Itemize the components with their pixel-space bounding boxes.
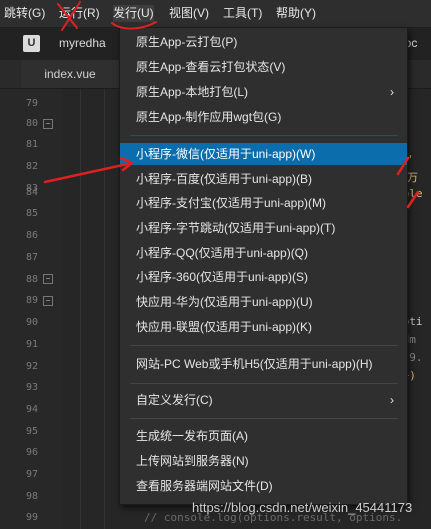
tab-index-vue[interactable]: index.vue [21,60,119,88]
menu-item-label: 原生App-云打包(P) [136,35,238,49]
project-name[interactable]: myredha [59,36,106,50]
menu-item-custom-release[interactable]: 自定义发行(C) › [120,389,407,411]
menu-item-label: 小程序-字节跳动(仅适用于uni-app)(T) [136,221,336,235]
line-number: 84 [25,187,38,198]
line-number: 86 [25,230,38,241]
menu-view[interactable]: 视图(V) [169,5,209,22]
release-dropdown-menu: 原生App-云打包(P) 原生App-查看云打包状态(V) 原生App-本地打包… [119,27,408,505]
menu-item-mp-toutiao[interactable]: 小程序-字节跳动(仅适用于uni-app)(T) [120,217,407,239]
menu-item-mp-qq[interactable]: 小程序-QQ(仅适用于uni-app)(Q) [120,242,407,264]
line-number: 98 [25,491,38,502]
menu-item-label: 上传网站到服务器(N) [136,454,249,468]
line-number: 90 [25,317,38,328]
menu-item-label: 自定义发行(C) [136,393,213,407]
line-number: 91 [25,339,38,350]
menu-item-quickapp-huawei[interactable]: 快应用-华为(仅适用于uni-app)(U) [120,291,407,313]
line-number: 94 [25,404,38,415]
indent-guide [80,89,81,529]
menu-item-mp-baidu[interactable]: 小程序-百度(仅适用于uni-app)(B) [120,168,407,190]
menu-item-app-local-pack[interactable]: 原生App-本地打包(L) › [120,81,407,103]
menu-tools[interactable]: 工具(T) [223,5,262,22]
menu-item-quickapp-union[interactable]: 快应用-联盟(仅适用于uni-app)(K) [120,316,407,338]
line-number: 89 [25,295,38,306]
menu-separator [130,383,398,384]
indent-guide [104,89,105,529]
line-number: 93 [25,382,38,393]
menu-item-mp-360[interactable]: 小程序-360(仅适用于uni-app)(S) [120,266,407,288]
menu-separator [130,345,398,346]
menu-separator [130,418,398,419]
line-number: 97 [25,469,38,480]
menu-item-mp-weixin[interactable]: 小程序-微信(仅适用于uni-app)(W) [120,143,407,165]
fold-toggle-icon[interactable]: − [43,119,53,129]
menu-item-label: 快应用-联盟(仅适用于uni-app)(K) [136,320,313,334]
menu-item-label: 生成统一发布页面(A) [136,429,248,443]
menu-item-label: 网站-PC Web或手机H5(仅适用于uni-app)(H) [136,357,373,371]
menu-item-label: 查看服务器端网站文件(D) [136,479,273,493]
menu-item-upload-site[interactable]: 上传网站到服务器(N) [120,450,407,472]
line-number: 79 [25,98,38,109]
menu-item-view-server-files[interactable]: 查看服务器端网站文件(D) [120,475,407,497]
line-number: 85 [25,208,38,219]
menu-item-label: 原生App-查看云打包状态(V) [136,60,286,74]
line-number: 88 [25,274,38,285]
line-number: 92 [25,361,38,372]
fold-toggle-icon[interactable]: − [43,296,53,306]
line-number: 87 [25,252,38,263]
menu-item-label: 小程序-支付宝(仅适用于uni-app)(M) [136,196,327,210]
menu-item-label: 小程序-QQ(仅适用于uni-app)(Q) [136,246,309,260]
menu-bar: 跳转(G) 运行(R) 发行(U) 视图(V) 工具(T) 帮助(Y) [0,0,431,28]
menu-item-label: 原生App-本地打包(L) [136,85,249,99]
line-number: 80 [25,118,38,129]
menu-item-gen-release-page[interactable]: 生成统一发布页面(A) [120,425,407,447]
menu-separator [130,135,398,136]
menu-item-app-wgt[interactable]: 原生App-制作应用wgt包(G) [120,106,407,128]
fold-toggle-icon[interactable]: − [43,274,53,284]
app-logo-icon[interactable]: U [23,35,40,52]
menu-item-label: 小程序-360(仅适用于uni-app)(S) [136,270,309,284]
menu-item-web-h5[interactable]: 网站-PC Web或手机H5(仅适用于uni-app)(H) [120,353,407,375]
watermark-url: https://blog.csdn.net/weixin_45441173 [192,500,413,515]
submenu-arrow-icon: › [390,85,394,99]
menu-run[interactable]: 运行(R) [59,5,100,22]
menu-item-label: 小程序-百度(仅适用于uni-app)(B) [136,172,313,186]
submenu-arrow-icon: › [390,393,394,407]
line-number: 96 [25,447,38,458]
menu-item-label: 快应用-华为(仅适用于uni-app)(U) [136,295,313,309]
menu-item-label: 小程序-微信(仅适用于uni-app)(W) [136,147,316,161]
line-number: 81 [25,139,38,150]
line-number: 95 [25,426,38,437]
menu-item-label: 原生App-制作应用wgt包(G) [136,110,282,124]
menu-goto[interactable]: 跳转(G) [4,5,45,22]
line-number: 82 [25,161,38,172]
menu-item-mp-alipay[interactable]: 小程序-支付宝(仅适用于uni-app)(M) [120,192,407,214]
line-gutter: 79 80 81 82 83 84 85 86 87 88 89 90 91 9… [0,89,62,529]
menu-item-app-cloud-pack[interactable]: 原生App-云打包(P) [120,31,407,53]
menu-release[interactable]: 发行(U) [113,5,154,22]
menu-item-app-cloud-status[interactable]: 原生App-查看云打包状态(V) [120,56,407,78]
line-number: 99 [25,512,38,523]
menu-help[interactable]: 帮助(Y) [276,5,316,22]
